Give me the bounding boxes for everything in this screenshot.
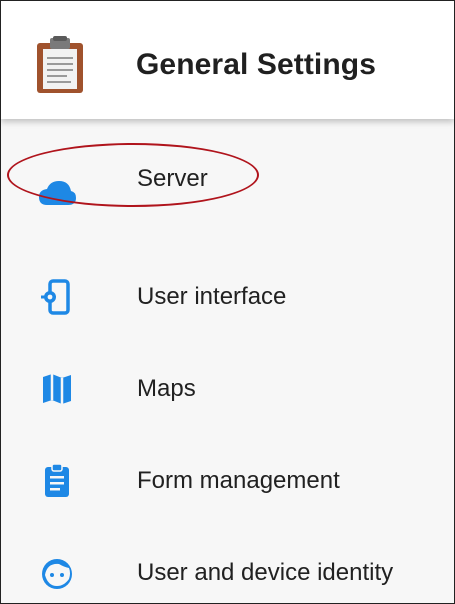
phone-settings-icon <box>37 277 77 317</box>
clipboard-icon <box>37 36 83 93</box>
cloud-icon <box>37 173 77 213</box>
menu-item-form-management[interactable]: Form management <box>1 435 454 527</box>
clipboard-list-icon <box>37 461 77 501</box>
settings-menu: Server User interface Maps Form manageme… <box>1 119 454 603</box>
menu-item-label: Server <box>137 165 208 192</box>
settings-screen: General Settings Server User interface M… <box>0 0 455 604</box>
menu-item-label: Maps <box>137 375 196 402</box>
menu-item-maps[interactable]: Maps <box>1 343 454 435</box>
face-icon <box>37 553 77 593</box>
menu-item-label: User and device identity <box>137 559 394 586</box>
map-icon <box>37 369 77 409</box>
menu-item-user-device-identity[interactable]: User and device identity <box>1 527 454 603</box>
app-bar: General Settings <box>1 1 454 119</box>
menu-item-label: Form management <box>137 467 340 494</box>
page-title: General Settings <box>136 48 377 81</box>
menu-item-label: User interface <box>137 283 287 310</box>
menu-item-server[interactable]: Server <box>1 119 454 251</box>
menu-item-user-interface[interactable]: User interface <box>1 251 454 343</box>
